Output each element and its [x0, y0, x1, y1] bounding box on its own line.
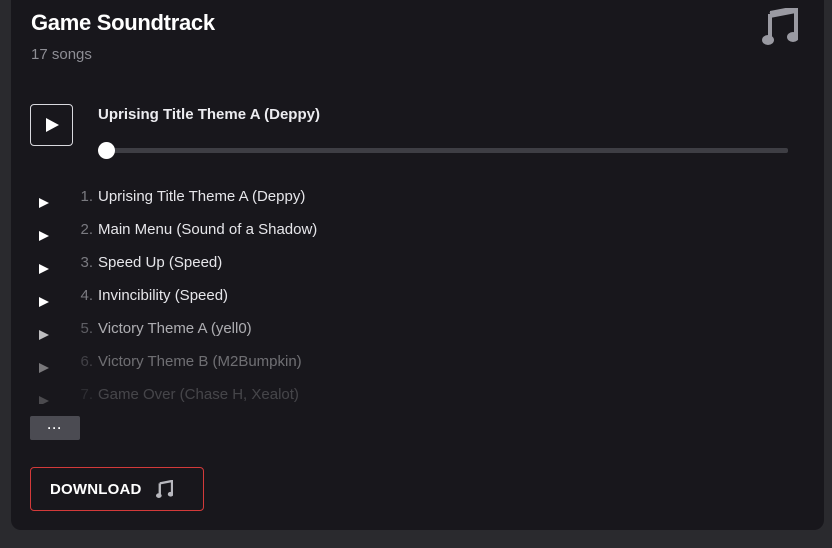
- track-row[interactable]: 7. Game Over (Chase H, Xealot): [11, 384, 711, 404]
- soundtrack-card: Game Soundtrack 17 songs Uprising Title …: [11, 0, 824, 530]
- page-title: Game Soundtrack: [31, 10, 215, 35]
- track-number: 6.: [80, 353, 93, 370]
- download-button[interactable]: DOWNLOAD: [30, 467, 204, 511]
- track-row[interactable]: 4. Invincibility (Speed): [11, 285, 711, 318]
- play-icon[interactable]: [38, 395, 50, 404]
- play-icon[interactable]: [38, 329, 50, 341]
- track-number: 7.: [80, 386, 93, 403]
- track-name: Game Over (Chase H, Xealot): [98, 386, 299, 403]
- track-number: 5.: [80, 320, 93, 337]
- track-number: 3.: [80, 254, 93, 271]
- download-label: DOWNLOAD: [50, 480, 142, 498]
- now-playing-title: Uprising Title Theme A (Deppy): [98, 106, 320, 123]
- play-button[interactable]: [30, 104, 73, 146]
- track-number: 1.: [80, 188, 93, 205]
- music-note-icon: [762, 8, 798, 45]
- progress-track[interactable]: [107, 148, 788, 153]
- track-name: Invincibility (Speed): [98, 287, 229, 304]
- show-more-button[interactable]: ···: [30, 416, 80, 440]
- track-row[interactable]: 5. Victory Theme A (yell0): [11, 318, 711, 351]
- track-row[interactable]: 6. Victory Theme B (M2Bumpkin): [11, 351, 711, 384]
- track-row[interactable]: 1. Uprising Title Theme A (Deppy): [11, 186, 711, 219]
- song-count: 17 songs: [31, 46, 92, 63]
- play-icon[interactable]: [38, 296, 50, 308]
- play-icon[interactable]: [38, 230, 50, 242]
- track-name: Main Menu (Sound of a Shadow): [98, 221, 318, 238]
- play-icon[interactable]: [38, 362, 50, 374]
- progress-knob[interactable]: [98, 142, 115, 159]
- track-list: 1. Uprising Title Theme A (Deppy) 2. Mai…: [11, 186, 824, 404]
- track-name: Victory Theme B (M2Bumpkin): [98, 353, 302, 370]
- music-note-icon: [155, 479, 173, 498]
- play-icon: [45, 118, 59, 132]
- track-number: 4.: [80, 287, 93, 304]
- track-row[interactable]: 3. Speed Up (Speed): [11, 252, 711, 285]
- track-row[interactable]: 2. Main Menu (Sound of a Shadow): [11, 219, 711, 252]
- track-number: 2.: [80, 221, 93, 238]
- track-name: Speed Up (Speed): [98, 254, 223, 271]
- track-name: Victory Theme A (yell0): [98, 320, 252, 337]
- play-icon[interactable]: [38, 263, 50, 275]
- track-name: Uprising Title Theme A (Deppy): [98, 188, 306, 205]
- play-icon[interactable]: [38, 197, 50, 209]
